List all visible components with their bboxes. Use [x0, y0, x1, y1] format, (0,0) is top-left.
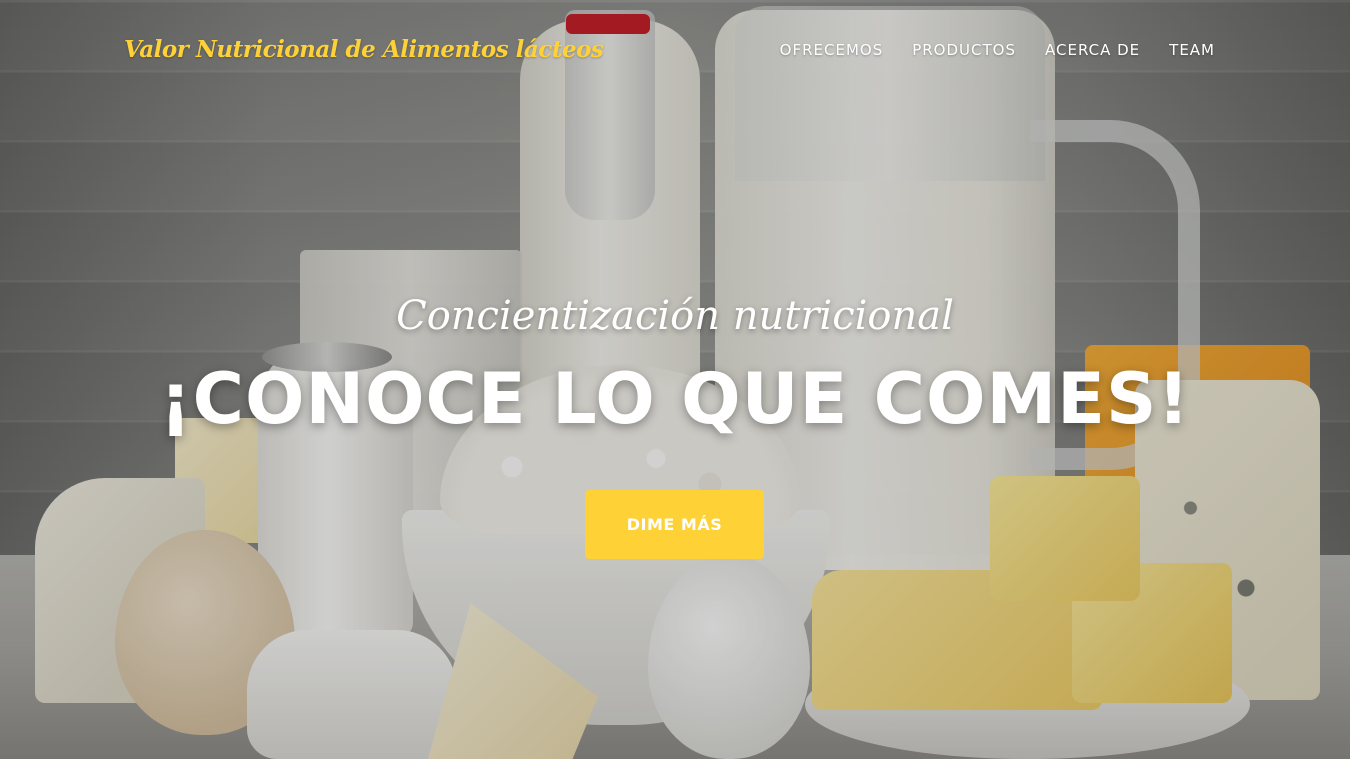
main-nav: OFRECEMOS PRODUCTOS ACERCA DE TEAM: [780, 41, 1215, 59]
hero-heading: ¡CONOCE LO QUE COMES!: [159, 358, 1191, 440]
nav-item-productos[interactable]: PRODUCTOS: [912, 41, 1016, 59]
nav-item-acerca-de[interactable]: ACERCA DE: [1045, 41, 1140, 59]
nav-item-ofrecemos[interactable]: OFRECEMOS: [780, 41, 884, 59]
nav-item-team[interactable]: TEAM: [1169, 41, 1215, 59]
brand-logo[interactable]: Valor Nutricional de Alimentos lácteos: [124, 36, 604, 63]
hero-subheading: Concientización nutricional: [396, 293, 954, 339]
dime-mas-button[interactable]: DIME MÁS: [585, 490, 764, 559]
